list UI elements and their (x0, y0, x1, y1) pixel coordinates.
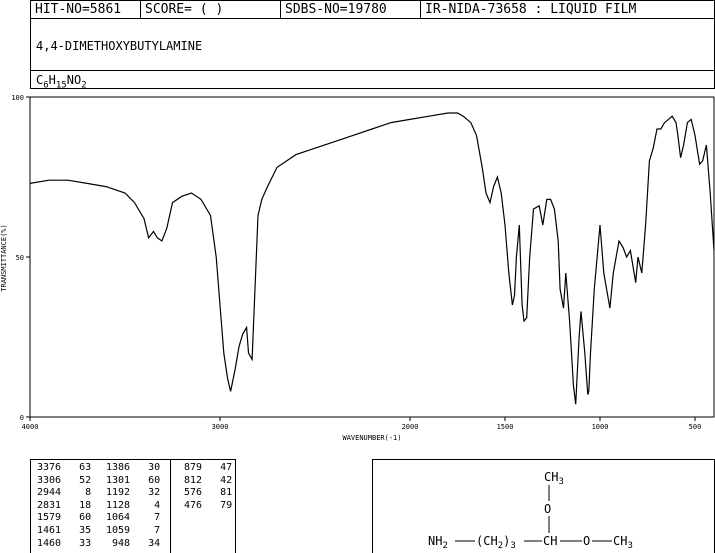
peak-row: 1301 60 (106, 474, 161, 486)
oxygen-chain: O (583, 534, 590, 548)
x-tick-label: 500 (689, 423, 702, 431)
peak-row: 576 81 (178, 487, 233, 499)
x-tick-label: 2000 (402, 423, 419, 431)
y-tick-label: 100 (11, 94, 24, 102)
peak-row: 879 47 (178, 462, 233, 473)
peak-row: 2944 8 (37, 487, 92, 499)
x-tick-label: 4000 (22, 423, 39, 431)
x-tick-label: 3000 (212, 423, 229, 431)
y-axis-label: TRANSMITTANCE(%) (0, 224, 8, 291)
peak-row: 3376 63 (37, 462, 92, 473)
peak-column-3: 879 47 812 42 576 81 476 79 (178, 462, 232, 512)
peak-row: 1579 60 (37, 512, 92, 524)
methine: CH (543, 534, 557, 548)
peak-row: 1386 30 (106, 462, 161, 473)
peak-row: 1128 4 (106, 499, 161, 511)
peak-row: 2831 18 (37, 499, 92, 511)
y-tick-label: 50 (16, 254, 24, 262)
peak-row: 1059 7 (106, 524, 161, 536)
y-tick-label: 0 (20, 414, 24, 422)
plot-frame (29, 96, 715, 418)
peak-row: 1064 7 (106, 512, 161, 524)
methyl-end: CH3 (613, 534, 633, 551)
top-methyl: CH3 (544, 470, 564, 487)
peak-row: 948 34 (106, 537, 161, 549)
spectrum-line (29, 112, 715, 405)
structure-diagram: CH3 O NH2 (CH2)3 CH O CH3 (428, 470, 633, 551)
peak-row: 812 42 (178, 474, 233, 486)
peak-column-divider (170, 459, 171, 553)
peak-row: 1192 32 (106, 487, 161, 499)
ir-spectrum-chart: 4000 3000 2000 1500 1000 500 0 50 100 TRANSMITTA… (0, 94, 715, 442)
x-tick-label: 1000 (592, 423, 609, 431)
amine-group: NH2 (428, 534, 448, 551)
peak-row: 476 79 (178, 499, 233, 511)
oxygen-top: O (544, 502, 551, 516)
peak-row: 3306 52 (37, 474, 92, 486)
peak-column-2: 1386 30 1301 60 1192 32 1128 4 1064 7 1059 7 … (106, 462, 160, 550)
peak-row: 1460 33 (37, 537, 92, 549)
x-tick-label: 1500 (497, 423, 514, 431)
x-axis-label: WAVENUMBER(-1) (342, 434, 401, 442)
peak-row: 1461 35 (37, 524, 92, 536)
methylene-chain: (CH2)3 (476, 534, 516, 551)
peak-column-1: 3376 63 3306 52 2944 8 2831 18 1579 60 1461 3… (37, 462, 91, 550)
